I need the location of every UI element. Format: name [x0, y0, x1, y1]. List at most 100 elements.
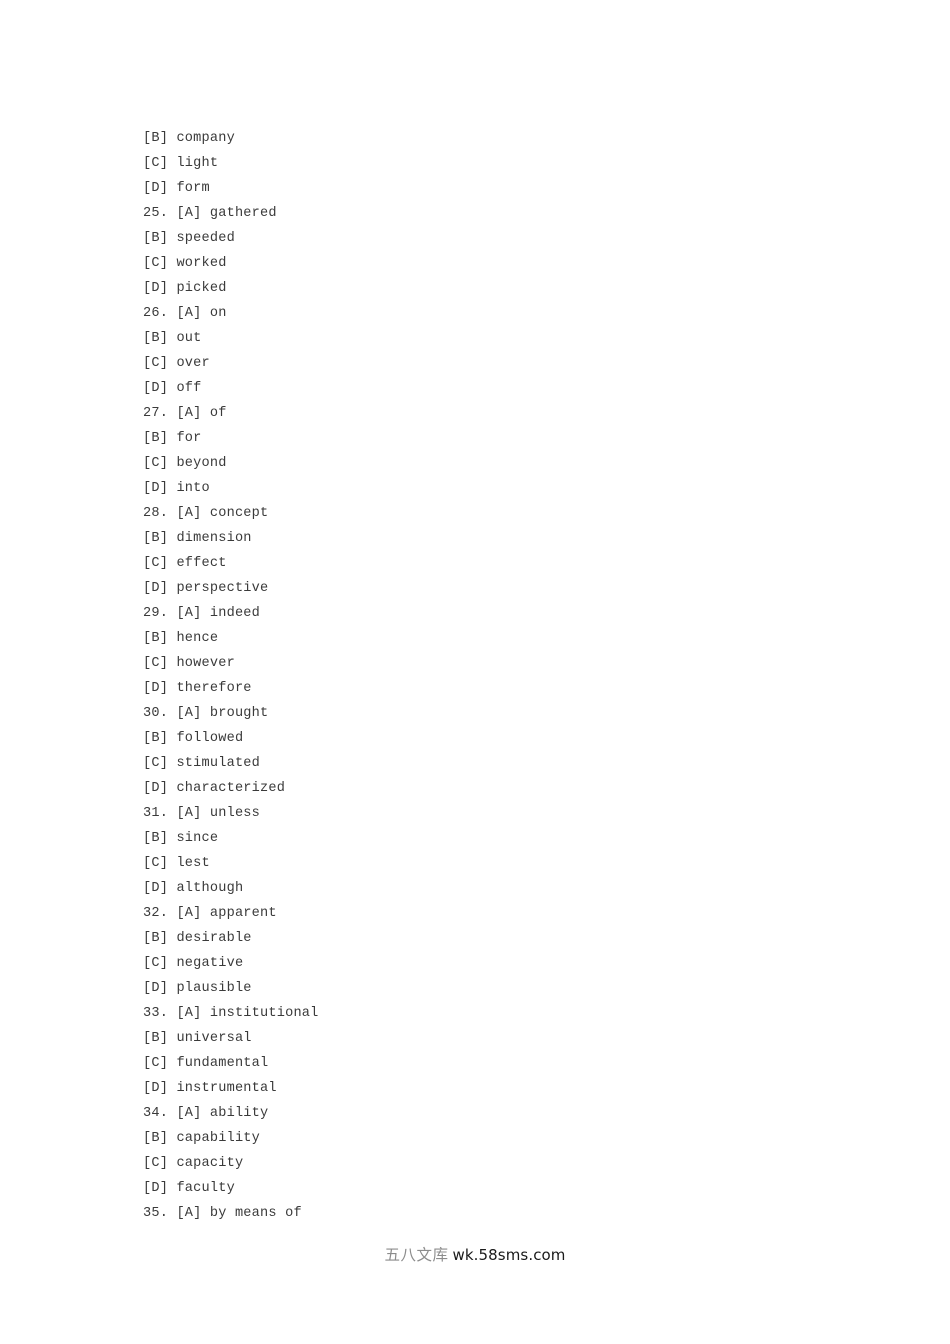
- option-letter: [D]: [143, 381, 169, 396]
- document-page: [B] company [C] light [D] form 25. [A] gath…: [0, 0, 950, 1344]
- option-line: [B] dimension: [143, 526, 843, 551]
- option-text: characterized: [176, 781, 286, 796]
- option-letter: [C]: [143, 856, 169, 871]
- option-letter: [C]: [143, 556, 169, 571]
- option-letter: [D]: [143, 981, 169, 996]
- option-letter: [B]: [143, 831, 169, 846]
- question-number: 29.: [143, 606, 169, 621]
- question-number: 32.: [143, 906, 169, 921]
- option-letter: [D]: [143, 581, 169, 596]
- option-text: institutional: [209, 1006, 319, 1021]
- multiple-choice-option-list: [B] company [C] light [D] form 25. [A] gath…: [143, 126, 843, 1226]
- option-text: worked: [176, 256, 227, 271]
- option-line: [D] plausible: [143, 976, 843, 1001]
- option-letter: [B]: [143, 931, 169, 946]
- question-option-line-first: 34. [A] ability: [143, 1101, 843, 1126]
- option-line: [D] instrumental: [143, 1076, 843, 1101]
- option-letter: [B]: [143, 531, 169, 546]
- option-text: however: [176, 656, 235, 671]
- option-letter: [B]: [143, 231, 169, 246]
- option-line: [B] for: [143, 426, 843, 451]
- option-line: [D] although: [143, 876, 843, 901]
- question-number: 33.: [143, 1006, 169, 1021]
- option-line: [B] desirable: [143, 926, 843, 951]
- option-line: [C] negative: [143, 951, 843, 976]
- option-line: [B] out: [143, 326, 843, 351]
- watermark-url-text: wk.58sms.com: [452, 1246, 566, 1264]
- question-option-line-first: 33. [A] institutional: [143, 1001, 843, 1026]
- option-text: although: [176, 881, 244, 896]
- option-text: effect: [176, 556, 227, 571]
- option-text: lest: [176, 856, 210, 871]
- option-line: [D] off: [143, 376, 843, 401]
- option-text: stimulated: [176, 756, 261, 771]
- option-letter: [C]: [143, 756, 169, 771]
- option-text: beyond: [176, 456, 227, 471]
- option-line: [B] hence: [143, 626, 843, 651]
- option-line: [C] over: [143, 351, 843, 376]
- option-letter: [C]: [143, 1156, 169, 1171]
- option-letter: [B]: [143, 1031, 169, 1046]
- question-option-line-first: 29. [A] indeed: [143, 601, 843, 626]
- question-option-line-first: 26. [A] on: [143, 301, 843, 326]
- option-letter: [A]: [176, 306, 202, 321]
- option-text: since: [176, 831, 219, 846]
- option-letter: [C]: [143, 456, 169, 471]
- option-letter: [A]: [176, 406, 202, 421]
- option-line: [D] perspective: [143, 576, 843, 601]
- option-letter: [A]: [176, 1006, 202, 1021]
- option-line: [C] beyond: [143, 451, 843, 476]
- option-letter: [B]: [143, 1131, 169, 1146]
- option-letter: [D]: [143, 481, 169, 496]
- option-text: brought: [209, 706, 269, 721]
- option-line: [D] characterized: [143, 776, 843, 801]
- option-letter: [A]: [176, 706, 202, 721]
- option-letter: [D]: [143, 1181, 169, 1196]
- option-line: [C] capacity: [143, 1151, 843, 1176]
- option-letter: [B]: [143, 731, 169, 746]
- option-line: [B] universal: [143, 1026, 843, 1051]
- option-text: company: [176, 131, 235, 146]
- option-text: perspective: [176, 581, 269, 596]
- question-number: 26.: [143, 306, 169, 321]
- option-letter: [D]: [143, 1081, 169, 1096]
- option-line: [B] speeded: [143, 226, 843, 251]
- option-letter: [C]: [143, 956, 169, 971]
- option-text: hence: [176, 631, 219, 646]
- option-letter: [C]: [143, 156, 169, 171]
- option-letter: [A]: [176, 506, 202, 521]
- option-letter: [A]: [176, 1106, 202, 1121]
- option-letter: [A]: [176, 1206, 202, 1221]
- option-line: [D] form: [143, 176, 843, 201]
- question-option-line-first: 27. [A] of: [143, 401, 843, 426]
- option-text: indeed: [209, 606, 261, 621]
- option-text: gathered: [209, 206, 277, 221]
- option-text: instrumental: [176, 1081, 277, 1096]
- option-line: [C] fundamental: [143, 1051, 843, 1076]
- question-option-line-first: 28. [A] concept: [143, 501, 843, 526]
- option-text: out: [176, 331, 202, 346]
- option-text: capability: [176, 1131, 261, 1146]
- option-letter: [D]: [143, 281, 169, 296]
- question-number: 28.: [143, 506, 169, 521]
- option-letter: [B]: [143, 131, 169, 146]
- option-text: on: [209, 306, 227, 321]
- watermark-chinese-text: 五八文库: [384, 1246, 449, 1264]
- option-line: [C] light: [143, 151, 843, 176]
- option-line: [C] effect: [143, 551, 843, 576]
- option-text: desirable: [176, 931, 252, 946]
- option-text: plausible: [176, 981, 252, 996]
- question-option-line-first: 35. [A] by means of: [143, 1201, 843, 1226]
- option-text: speeded: [176, 231, 235, 246]
- question-option-line-first: 31. [A] unless: [143, 801, 843, 826]
- option-letter: [C]: [143, 1056, 169, 1071]
- option-line: [C] lest: [143, 851, 843, 876]
- option-line: [C] stimulated: [143, 751, 843, 776]
- option-letter: [B]: [143, 431, 169, 446]
- option-text: over: [176, 356, 210, 371]
- question-number: 27.: [143, 406, 169, 421]
- option-text: of: [209, 406, 227, 421]
- option-letter: [D]: [143, 881, 169, 896]
- option-text: apparent: [209, 906, 277, 921]
- option-letter: [D]: [143, 181, 169, 196]
